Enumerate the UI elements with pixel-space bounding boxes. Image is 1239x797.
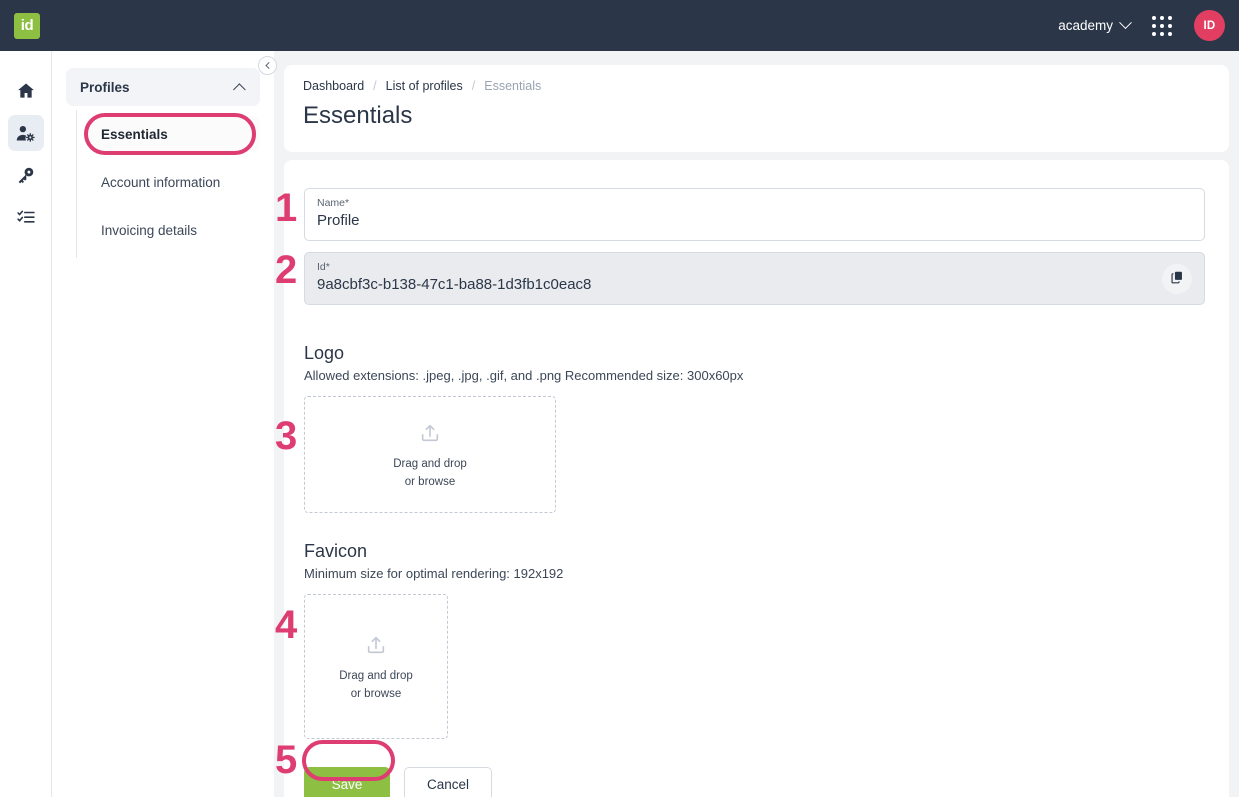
sidebar-item-invoicing-details[interactable]: Invoicing details (89, 212, 260, 248)
name-field[interactable]: Name* Profile (304, 188, 1205, 241)
id-field[interactable]: Id* 9a8cbf3c-b138-47c1-ba88-1d3fb1c0eac8 (304, 252, 1205, 305)
tenant-label: academy (1058, 18, 1113, 33)
chevron-down-icon (1119, 16, 1132, 29)
rail-item-home[interactable] (8, 73, 44, 109)
upload-icon (365, 634, 387, 661)
copy-icon (1170, 270, 1184, 289)
apps-grid-icon[interactable] (1150, 14, 1174, 38)
sidebar-item-label: Essentials (101, 127, 168, 142)
subnav-group-label: Profiles (80, 80, 130, 95)
breadcrumb: Dashboard / List of profiles / Essential… (303, 79, 1210, 93)
chevron-up-icon (233, 83, 246, 96)
form-actions: Save Cancel (304, 767, 1205, 797)
id-field-value: 9a8cbf3c-b138-47c1-ba88-1d3fb1c0eac8 (317, 276, 1192, 293)
logo-dropzone-line1: Drag and drop (393, 458, 467, 470)
breadcrumb-item-essentials: Essentials (484, 79, 541, 93)
top-bar: id academy ID (0, 0, 1239, 51)
home-icon (16, 81, 36, 101)
checklist-icon (16, 207, 36, 227)
sidebar-item-account-information[interactable]: Account information (89, 164, 260, 200)
save-button[interactable]: Save (304, 767, 390, 797)
name-field-value: Profile (317, 212, 1192, 229)
breadcrumb-item-dashboard[interactable]: Dashboard (303, 79, 364, 93)
avatar[interactable]: ID (1194, 10, 1225, 41)
essentials-form-card: Name* Profile Id* 9a8cbf3c-b138-47c1-ba8… (284, 160, 1229, 797)
sidebar-item-label: Invoicing details (101, 223, 197, 238)
name-field-label: Name* (317, 197, 1192, 209)
favicon-section-subtitle: Minimum size for optimal rendering: 192x… (304, 566, 1205, 581)
user-settings-icon (15, 123, 36, 144)
favicon-dropzone-line2: or browse (351, 688, 402, 700)
favicon-section: Favicon Minimum size for optimal renderi… (304, 541, 1205, 739)
main-content: Dashboard / List of profiles / Essential… (274, 51, 1239, 797)
page-header-card: Dashboard / List of profiles / Essential… (284, 65, 1229, 152)
top-bar-right: academy ID (1058, 10, 1225, 41)
secondary-sidebar: Profiles Essentials Account information … (52, 51, 274, 797)
favicon-section-title: Favicon (304, 541, 1205, 562)
subnav-list: Essentials Account information Invoicing… (76, 110, 260, 258)
subnav-group-profiles[interactable]: Profiles (66, 68, 260, 106)
chevron-left-icon (265, 62, 272, 69)
tenant-selector[interactable]: academy (1058, 18, 1130, 33)
sidebar-item-essentials[interactable]: Essentials (89, 116, 260, 152)
copy-id-button[interactable] (1162, 264, 1192, 294)
breadcrumb-separator: / (373, 79, 376, 93)
id-field-label: Id* (317, 261, 1192, 273)
cancel-button[interactable]: Cancel (404, 767, 492, 797)
favicon-dropzone-line1: Drag and drop (339, 670, 413, 682)
key-icon (16, 165, 36, 185)
rail-item-tasks[interactable] (8, 199, 44, 235)
favicon-dropzone[interactable]: Drag and drop or browse (304, 594, 448, 739)
sidebar-item-label: Account information (101, 175, 220, 190)
rail-item-credentials[interactable] (8, 157, 44, 193)
breadcrumb-separator: / (472, 79, 475, 93)
logo-section: Logo Allowed extensions: .jpeg, .jpg, .g… (304, 343, 1205, 513)
upload-icon (419, 422, 441, 449)
icon-rail (0, 51, 52, 797)
app-logo[interactable]: id (14, 13, 40, 39)
logo-section-subtitle: Allowed extensions: .jpeg, .jpg, .gif, a… (304, 368, 1205, 383)
page-title: Essentials (303, 102, 1210, 130)
logo-dropzone-line2: or browse (405, 476, 456, 488)
breadcrumb-item-list-of-profiles[interactable]: List of profiles (386, 79, 463, 93)
logo-dropzone[interactable]: Drag and drop or browse (304, 396, 556, 513)
rail-item-profiles[interactable] (8, 115, 44, 151)
sidebar-collapse-button[interactable] (258, 56, 277, 75)
logo-section-title: Logo (304, 343, 1205, 364)
